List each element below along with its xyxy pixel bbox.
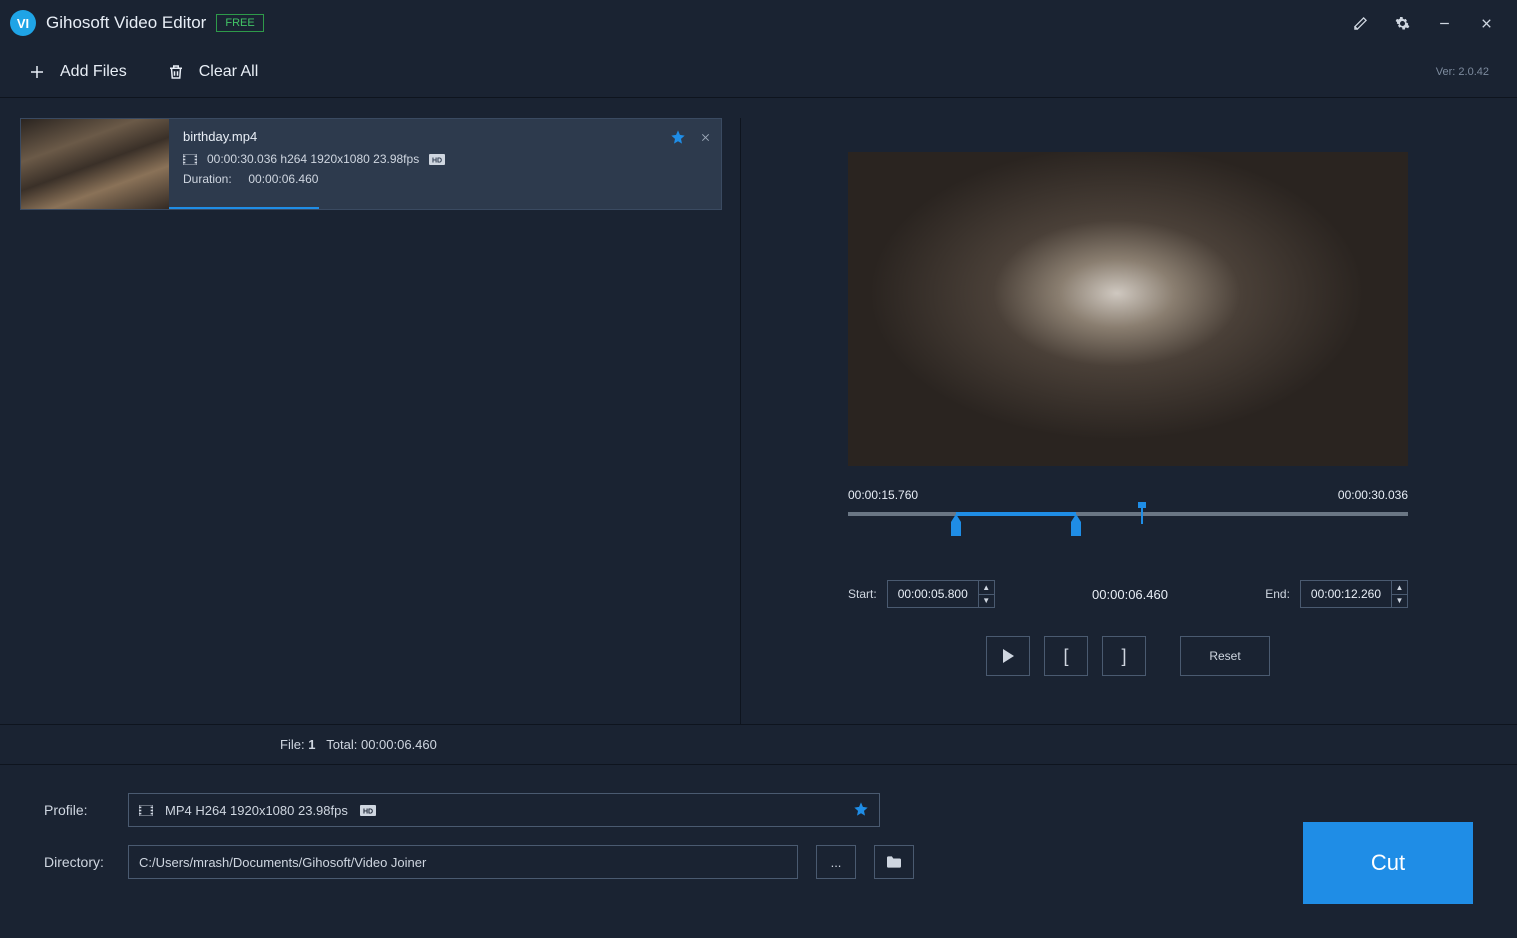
profile-row: Profile: MP4 H264 1920x1080 23.98fps HD bbox=[44, 793, 1473, 827]
cut-label: Cut bbox=[1371, 850, 1405, 876]
file-duration: Duration: 00:00:06.460 bbox=[183, 172, 707, 186]
bracket-open-icon: [ bbox=[1063, 646, 1068, 667]
film-icon bbox=[139, 805, 153, 816]
hd-icon: HD bbox=[429, 154, 445, 165]
playhead[interactable] bbox=[1141, 506, 1143, 524]
start-field: 00:00:05.800 ▲ ▼ bbox=[887, 580, 995, 608]
file-list-panel: birthday.mp4 00:00:30.036 h264 1920x1080… bbox=[20, 118, 722, 724]
cut-button[interactable]: Cut bbox=[1303, 822, 1473, 904]
play-icon bbox=[1001, 648, 1015, 664]
mark-in-button[interactable]: [ bbox=[1044, 636, 1088, 676]
mark-out-button[interactable]: ] bbox=[1102, 636, 1146, 676]
play-button[interactable] bbox=[986, 636, 1030, 676]
reset-label: Reset bbox=[1209, 649, 1240, 663]
end-field: 00:00:12.260 ▲ ▼ bbox=[1300, 580, 1408, 608]
add-files-label: Add Files bbox=[60, 63, 127, 81]
file-meta: 00:00:30.036 h264 1920x1080 23.98fps HD bbox=[183, 152, 707, 166]
file-thumbnail bbox=[21, 119, 169, 209]
selection-duration: 00:00:06.460 bbox=[1092, 587, 1168, 602]
trash-icon bbox=[167, 63, 185, 81]
app-logo: VI bbox=[10, 10, 36, 36]
end-time-group: End: 00:00:12.260 ▲ ▼ bbox=[1265, 580, 1408, 608]
directory-field[interactable]: C:/Users/mrash/Documents/Gihosoft/Video … bbox=[128, 845, 798, 879]
status-file-label: File: bbox=[280, 737, 305, 752]
titlebar: VI Gihosoft Video Editor FREE bbox=[0, 0, 1517, 46]
end-value[interactable]: 00:00:12.260 bbox=[1301, 581, 1391, 607]
remove-file-button[interactable] bbox=[700, 131, 711, 146]
profile-field[interactable]: MP4 H264 1920x1080 23.98fps HD bbox=[128, 793, 880, 827]
time-inputs: Start: 00:00:05.800 ▲ ▼ 00:00:06.460 End… bbox=[848, 580, 1408, 608]
file-duration-value: 00:00:06.460 bbox=[248, 172, 318, 186]
reset-button[interactable]: Reset bbox=[1180, 636, 1270, 676]
panel-divider bbox=[740, 118, 741, 724]
directory-row: Directory: C:/Users/mrash/Documents/Giho… bbox=[44, 845, 1473, 879]
start-stepper: ▲ ▼ bbox=[978, 581, 994, 607]
status-bar: File: 1 Total: 00:00:06.460 bbox=[0, 724, 1517, 764]
svg-text:HD: HD bbox=[363, 808, 373, 815]
end-label: End: bbox=[1265, 587, 1290, 601]
file-actions bbox=[670, 129, 711, 148]
file-duration-label: Duration: bbox=[183, 172, 232, 186]
file-progress bbox=[169, 207, 319, 209]
current-time: 00:00:15.760 bbox=[848, 488, 918, 502]
svg-text:HD: HD bbox=[432, 157, 442, 164]
free-badge: FREE bbox=[216, 14, 263, 32]
start-label: Start: bbox=[848, 587, 877, 601]
play-controls: [ ] Reset bbox=[848, 636, 1408, 676]
time-labels: 00:00:15.760 00:00:30.036 bbox=[848, 488, 1408, 502]
start-time-group: Start: 00:00:05.800 ▲ ▼ bbox=[848, 580, 995, 608]
toolbar: Add Files Clear All Ver: 2.0.42 bbox=[0, 46, 1517, 98]
dir-open-label: ... bbox=[831, 855, 842, 870]
logo-text: VI bbox=[17, 16, 29, 31]
main-area: birthday.mp4 00:00:30.036 h264 1920x1080… bbox=[0, 98, 1517, 724]
edit-icon[interactable] bbox=[1339, 6, 1381, 40]
directory-browse-button[interactable] bbox=[874, 845, 914, 879]
file-meta-text: 00:00:30.036 h264 1920x1080 23.98fps bbox=[207, 152, 419, 166]
end-step-down[interactable]: ▼ bbox=[1392, 595, 1407, 608]
profile-label: Profile: bbox=[44, 802, 110, 818]
plus-icon bbox=[28, 63, 46, 81]
start-step-down[interactable]: ▼ bbox=[979, 595, 994, 608]
star-icon[interactable] bbox=[670, 129, 686, 148]
end-stepper: ▲ ▼ bbox=[1391, 581, 1407, 607]
minimize-button[interactable] bbox=[1423, 6, 1465, 40]
status-total-value: 00:00:06.460 bbox=[361, 737, 437, 752]
start-step-up[interactable]: ▲ bbox=[979, 581, 994, 595]
timeline: 00:00:15.760 00:00:30.036 bbox=[848, 488, 1408, 540]
end-handle[interactable] bbox=[1071, 522, 1081, 536]
scrub-bar[interactable] bbox=[848, 510, 1408, 540]
folder-icon bbox=[885, 855, 903, 869]
total-time: 00:00:30.036 bbox=[1338, 488, 1408, 502]
selection-range bbox=[956, 512, 1076, 516]
app-title: Gihosoft Video Editor bbox=[46, 13, 206, 33]
version-label: Ver: 2.0.42 bbox=[1436, 66, 1489, 78]
clear-all-label: Clear All bbox=[199, 63, 259, 81]
directory-open-button[interactable]: ... bbox=[816, 845, 856, 879]
add-files-button[interactable]: Add Files bbox=[28, 63, 127, 81]
file-name: birthday.mp4 bbox=[183, 129, 707, 144]
film-icon bbox=[183, 154, 197, 165]
file-item[interactable]: birthday.mp4 00:00:30.036 h264 1920x1080… bbox=[20, 118, 722, 210]
footer: Profile: MP4 H264 1920x1080 23.98fps HD … bbox=[0, 764, 1517, 916]
clear-all-button[interactable]: Clear All bbox=[167, 63, 259, 81]
file-info: birthday.mp4 00:00:30.036 h264 1920x1080… bbox=[169, 119, 721, 209]
directory-label: Directory: bbox=[44, 854, 110, 870]
preview-panel: 00:00:15.760 00:00:30.036 Start: 00:00:0… bbox=[759, 118, 1497, 724]
directory-value: C:/Users/mrash/Documents/Gihosoft/Video … bbox=[139, 855, 426, 870]
end-step-up[interactable]: ▲ bbox=[1392, 581, 1407, 595]
hd-icon: HD bbox=[360, 805, 376, 816]
bracket-close-icon: ] bbox=[1121, 646, 1126, 667]
status-file-count: 1 bbox=[308, 737, 315, 752]
file-list: birthday.mp4 00:00:30.036 h264 1920x1080… bbox=[20, 118, 722, 724]
profile-value: MP4 H264 1920x1080 23.98fps bbox=[165, 803, 348, 818]
start-value[interactable]: 00:00:05.800 bbox=[888, 581, 978, 607]
start-handle[interactable] bbox=[951, 522, 961, 536]
track bbox=[848, 512, 1408, 516]
gear-icon[interactable] bbox=[1381, 6, 1423, 40]
star-icon[interactable] bbox=[853, 801, 869, 820]
close-button[interactable] bbox=[1465, 6, 1507, 40]
video-preview[interactable] bbox=[848, 152, 1408, 466]
status-total-label: Total: bbox=[326, 737, 357, 752]
